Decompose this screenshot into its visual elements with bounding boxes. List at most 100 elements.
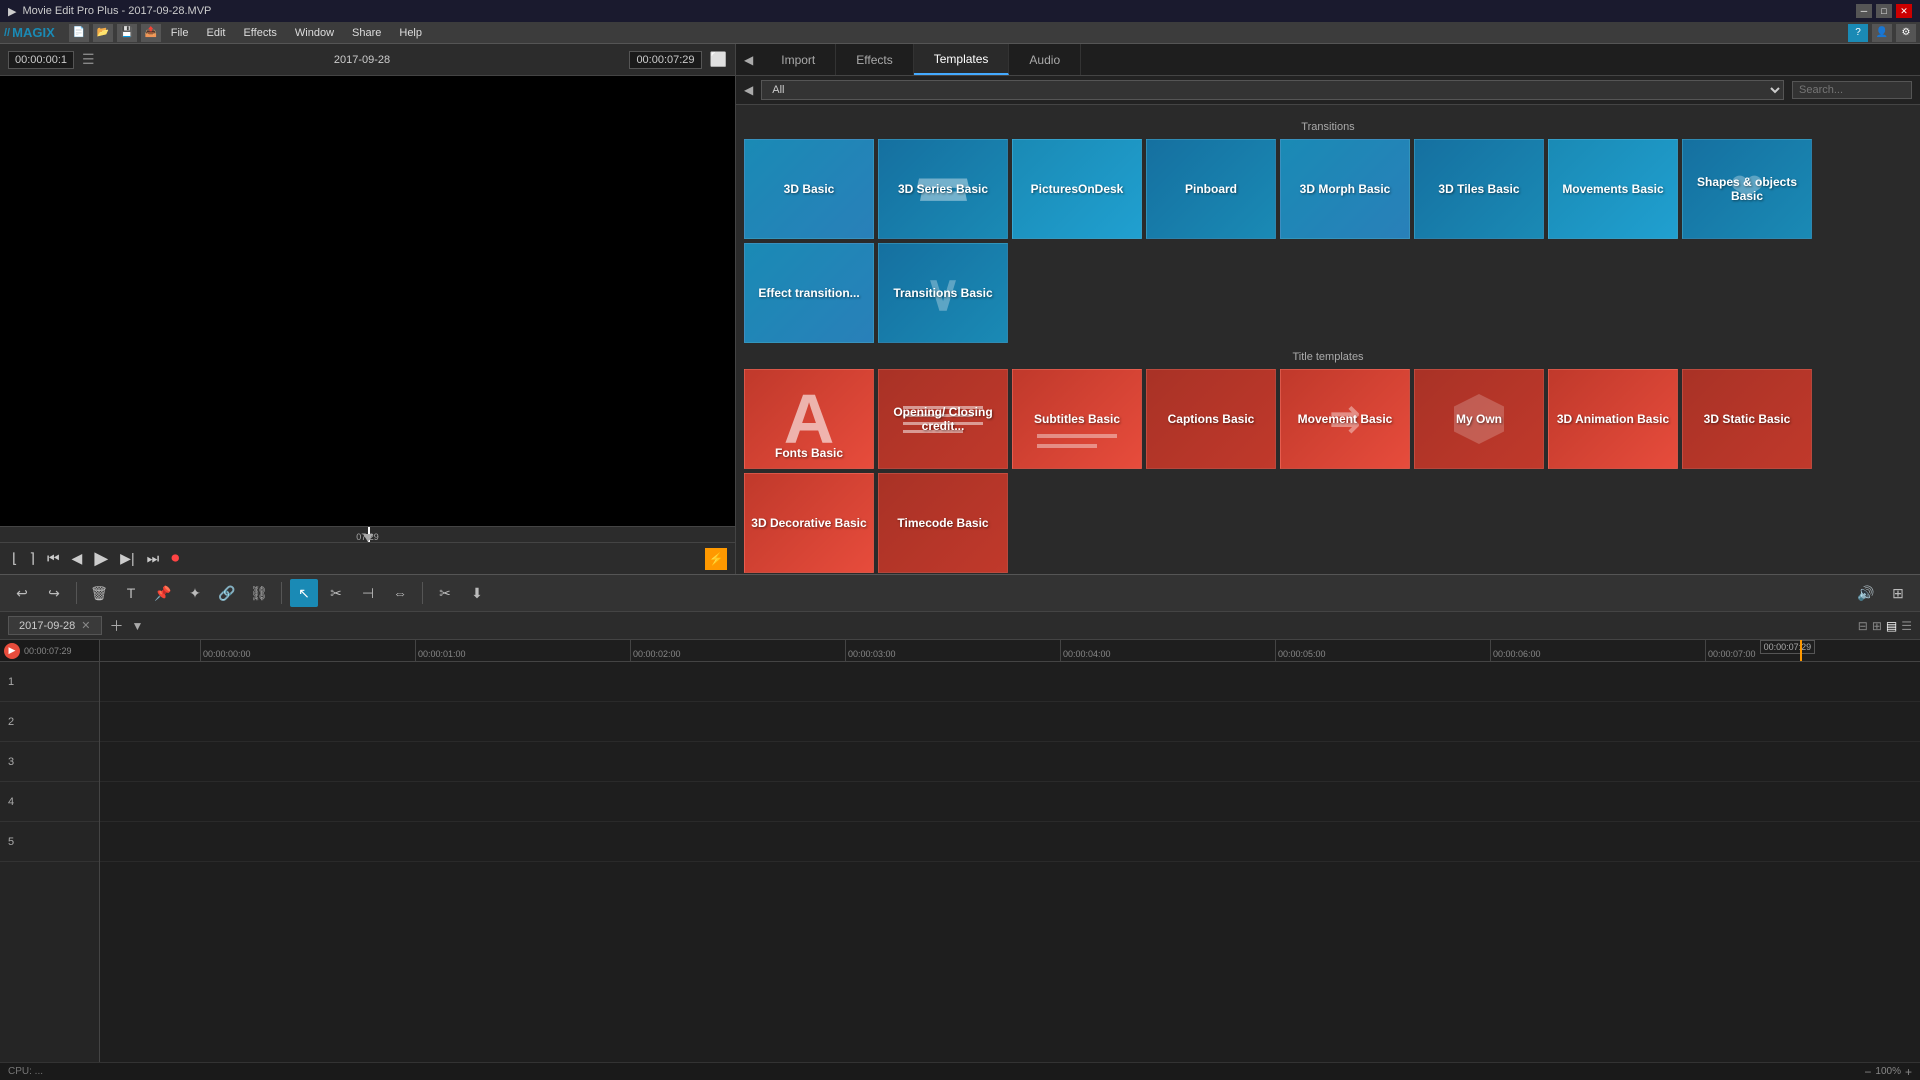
project-tab[interactable]: 2017-09-28 ✕ — [8, 616, 102, 635]
play-button[interactable]: ▶ — [90, 546, 112, 571]
tile-3d-anim[interactable]: 3D Animation Basic — [1548, 369, 1678, 469]
tile-my-own-label: My Own — [1452, 408, 1506, 430]
track-row-1 — [100, 662, 1920, 702]
filter-dropdown[interactable]: All Transitions Title Templates — [761, 80, 1784, 100]
tile-movements[interactable]: Movements Basic — [1548, 139, 1678, 239]
menu-edit[interactable]: Edit — [198, 25, 233, 41]
tile-3d-morph[interactable]: 3D Morph Basic — [1280, 139, 1410, 239]
cursor-button[interactable]: ↖ — [290, 579, 318, 607]
tile-3d-static[interactable]: 3D Static Basic — [1682, 369, 1812, 469]
tile-effect-trans[interactable]: Effect transition... — [744, 243, 874, 343]
panel-back-button[interactable]: ◀ — [736, 44, 761, 75]
view-btn-4[interactable]: ☰ — [1901, 619, 1912, 633]
save-button[interactable]: 💾 — [117, 24, 137, 42]
tile-pictures-on-desk-label: PicturesOnDesk — [1027, 178, 1128, 200]
view-btn-2[interactable]: ⊞ — [1872, 619, 1882, 633]
tile-fonts[interactable]: A Fonts Basic — [744, 369, 874, 469]
grid-button[interactable]: ⊞ — [1884, 579, 1912, 607]
timeline-right-controls: ⊟ ⊞ ▤ ☰ — [1858, 619, 1912, 633]
toolbar-icons: 📄 📂 💾 📤 — [69, 24, 161, 42]
tile-movements-label: Movements Basic — [1558, 178, 1667, 200]
search-input[interactable] — [1792, 81, 1912, 99]
menu-window[interactable]: Window — [287, 25, 342, 41]
project-tab-close[interactable]: ✕ — [81, 619, 90, 632]
add-track-button[interactable]: ＋ — [110, 616, 124, 636]
filter-back-button[interactable]: ◀ — [744, 83, 753, 97]
delete-button[interactable]: 🗑 — [85, 579, 113, 607]
preview-controls: ⌊ ⌉ ⏮ ◀ ▶ ▶| ⏭ ⏺ ⚡ — [0, 542, 735, 574]
tile-my-own[interactable]: My Own — [1414, 369, 1544, 469]
tile-movement[interactable]: ⇉ Movement Basic — [1280, 369, 1410, 469]
next-frame-button[interactable]: ▶| — [116, 548, 138, 569]
undo-button[interactable]: ↩ — [8, 579, 36, 607]
view-btn-3[interactable]: ▤ — [1886, 619, 1897, 633]
tab-templates[interactable]: Templates — [914, 44, 1010, 75]
window-title: Movie Edit Pro Plus - 2017-09-28.MVP — [22, 5, 211, 17]
tile-opening[interactable]: Opening/ Closing credit... — [878, 369, 1008, 469]
menu-share[interactable]: Share — [344, 25, 389, 41]
split-button[interactable]: ✂ — [322, 579, 350, 607]
next-marker-button[interactable]: ⏭ — [143, 548, 164, 569]
redo-button[interactable]: ↪ — [40, 579, 68, 607]
tile-3d-basic[interactable]: 3D Basic — [744, 139, 874, 239]
status-bar: CPU: ... − 100% + — [0, 1062, 1920, 1080]
timeline-arrow-button[interactable]: ▼ — [132, 619, 144, 633]
prev-frame-button[interactable]: ◀ — [68, 548, 87, 569]
tab-effects[interactable]: Effects — [836, 44, 913, 75]
tile-3d-tiles-label: 3D Tiles Basic — [1434, 178, 1523, 200]
pin-button[interactable]: 📌 — [149, 579, 177, 607]
expand-icon[interactable]: ⬜ — [710, 51, 727, 68]
tile-3d-deco[interactable]: 3D Decorative Basic — [744, 473, 874, 573]
tile-captions-label: Captions Basic — [1164, 408, 1259, 430]
help-icon[interactable]: ? — [1848, 24, 1868, 42]
trim-button[interactable]: ⊣ — [354, 579, 382, 607]
timeline-ruler[interactable]: 00:00:00:00 00:00:01:00 00:00:02:00 00:0… — [100, 640, 1920, 662]
zoom-out-button[interactable]: − — [1864, 1065, 1871, 1079]
tile-timecode[interactable]: Timecode Basic — [878, 473, 1008, 573]
menu-help[interactable]: Help — [391, 25, 430, 41]
tile-captions[interactable]: Captions Basic — [1146, 369, 1276, 469]
zoom-in-button[interactable]: + — [1905, 1065, 1912, 1079]
unlink-button[interactable]: ⛓ — [245, 579, 273, 607]
close-button[interactable]: ✕ — [1896, 4, 1912, 18]
move-button[interactable]: ⇔ — [386, 579, 414, 607]
account-icon[interactable]: 👤 — [1872, 24, 1892, 42]
prev-marker-button[interactable]: ⏮ — [43, 548, 64, 569]
menu-effects[interactable]: Effects — [235, 25, 284, 41]
text-button[interactable]: T — [117, 579, 145, 607]
tab-audio[interactable]: Audio — [1009, 44, 1081, 75]
tile-shapes[interactable]: ❤ Shapes & objects Basic — [1682, 139, 1812, 239]
flash-button[interactable]: ⚡ — [705, 548, 727, 570]
insert-button[interactable]: ⬇ — [463, 579, 491, 607]
effects-tool-button[interactable]: ✦ — [181, 579, 209, 607]
title-templates-section-label: Title templates — [744, 351, 1912, 363]
tile-pictures-on-desk[interactable]: PicturesOnDesk — [1012, 139, 1142, 239]
mark-in-button[interactable]: ⌊ — [8, 548, 21, 569]
menu-file[interactable]: File — [163, 25, 197, 41]
tile-3d-tiles[interactable]: 3D Tiles Basic — [1414, 139, 1544, 239]
export-button[interactable]: 📤 — [141, 24, 161, 42]
tile-3d-anim-label: 3D Animation Basic — [1553, 408, 1673, 430]
tile-3d-series[interactable]: 3D Series Basic — [878, 139, 1008, 239]
preview-progress[interactable]: 07:29 — [0, 526, 735, 542]
tile-pinboard[interactable]: Pinboard — [1146, 139, 1276, 239]
settings-icon[interactable]: ⚙ — [1896, 24, 1916, 42]
volume-button[interactable]: 🔊 — [1852, 579, 1880, 607]
menu-icon[interactable]: ☰ — [82, 51, 95, 68]
link-button[interactable]: 🔗 — [213, 579, 241, 607]
record-button[interactable]: ⏺ — [167, 548, 183, 570]
mark-out-button[interactable]: ⌉ — [25, 548, 38, 569]
maximize-button[interactable]: □ — [1876, 4, 1892, 18]
new-button[interactable]: 📄 — [69, 24, 89, 42]
track-row-5 — [100, 822, 1920, 862]
tile-3d-basic-label: 3D Basic — [780, 178, 839, 200]
separator-1 — [76, 582, 77, 604]
view-btn-1[interactable]: ⊟ — [1858, 619, 1868, 633]
track-label-3: 3 — [0, 742, 99, 782]
open-button[interactable]: 📂 — [93, 24, 113, 42]
tile-subtitles[interactable]: Subtitles Basic — [1012, 369, 1142, 469]
tile-trans-basic[interactable]: ∨ Transitions Basic — [878, 243, 1008, 343]
minimize-button[interactable]: ─ — [1856, 4, 1872, 18]
tab-import[interactable]: Import — [761, 44, 836, 75]
cut-button[interactable]: ✂ — [431, 579, 459, 607]
